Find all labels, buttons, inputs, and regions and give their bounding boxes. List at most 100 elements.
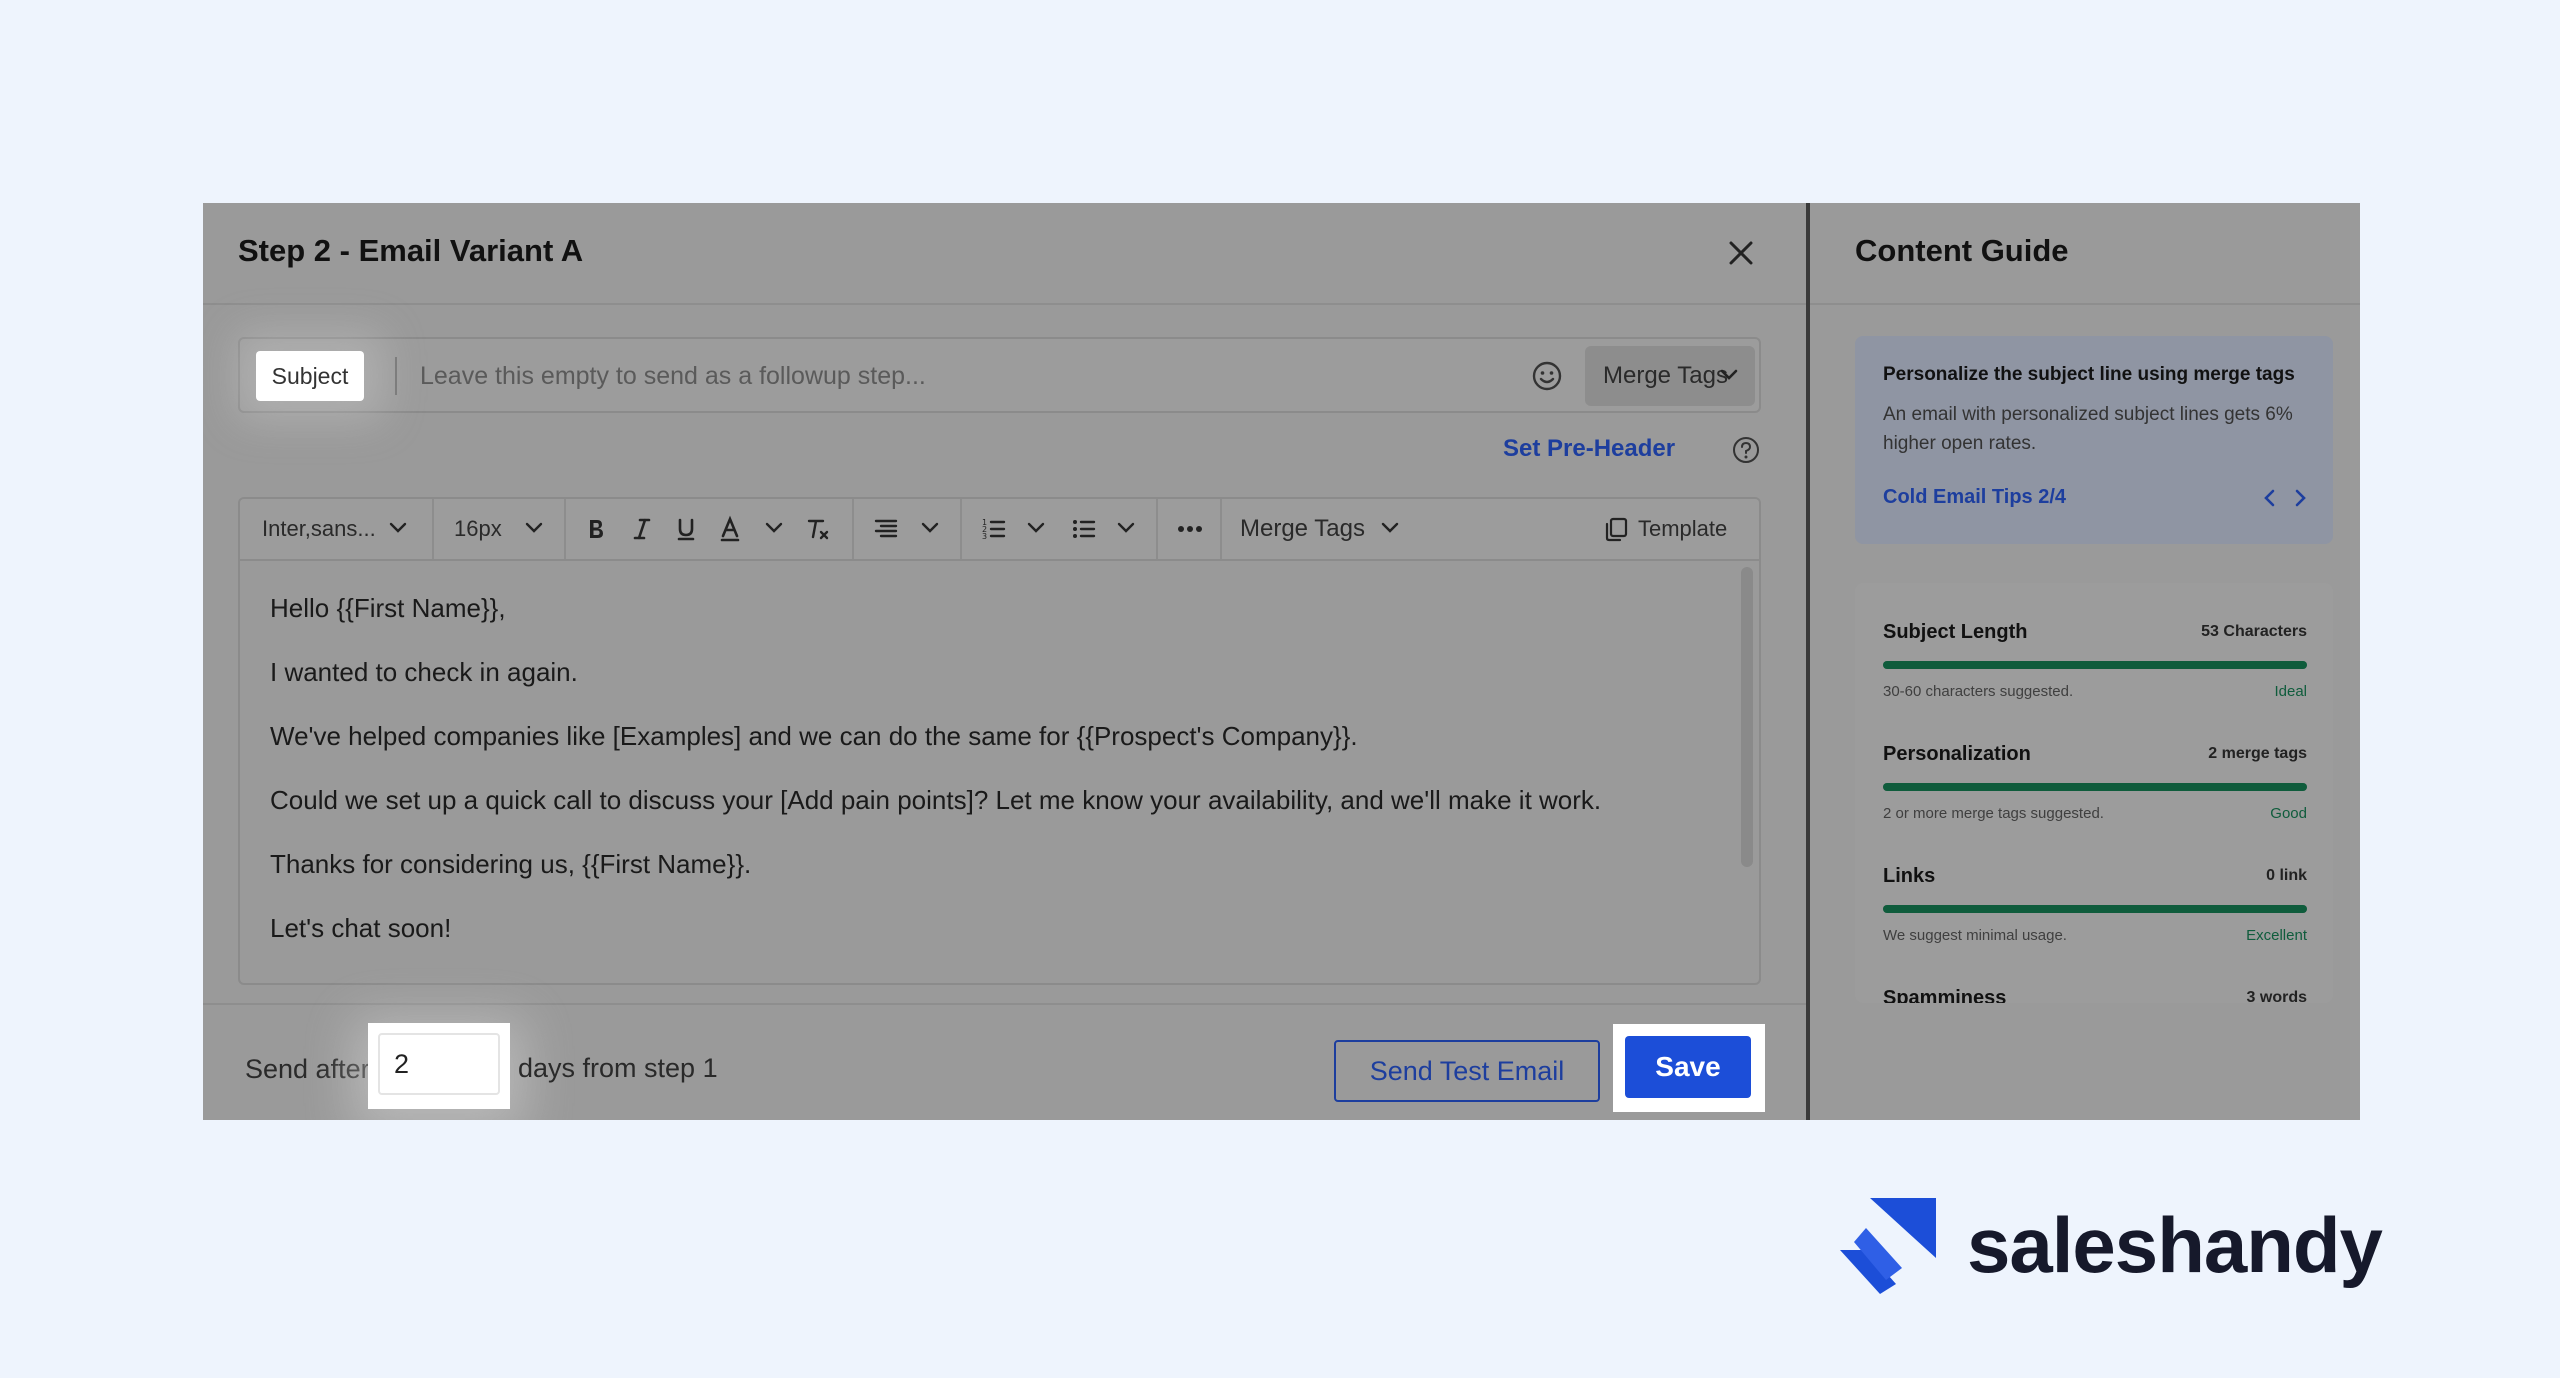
toolbar-divider bbox=[432, 499, 434, 559]
email-body-text[interactable]: Hello {{First Name}}, I wanted to check … bbox=[240, 561, 1759, 983]
tip-card: Personalize the subject line using merge… bbox=[1855, 336, 2333, 544]
chevron-down-icon[interactable] bbox=[764, 521, 784, 535]
font-size-select[interactable]: 16px bbox=[454, 499, 502, 559]
template-icon[interactable] bbox=[1602, 515, 1630, 543]
metric-value: 53 Characters bbox=[2201, 623, 2307, 640]
chevron-down-icon[interactable] bbox=[920, 521, 940, 535]
chevron-right-icon[interactable] bbox=[2288, 486, 2312, 510]
chevron-down-icon bbox=[1720, 369, 1738, 380]
editor-header: Step 2 - Email Variant A bbox=[203, 203, 1806, 305]
body-line: Could we set up a quick call to discuss … bbox=[270, 785, 1602, 815]
bold-icon[interactable] bbox=[582, 515, 610, 543]
chevron-down-icon[interactable] bbox=[388, 521, 408, 535]
body-merge-tags-button[interactable]: Merge Tags bbox=[1240, 499, 1365, 559]
guide-header: Content Guide bbox=[1810, 203, 2360, 305]
subject-merge-tags-label: Merge Tags bbox=[1603, 362, 1728, 389]
subject-merge-tags-button[interactable]: Merge Tags bbox=[1585, 346, 1755, 406]
metric-bar bbox=[1883, 783, 2307, 791]
body-line: Let's chat soon! bbox=[270, 913, 452, 943]
guide-title: Content Guide bbox=[1855, 233, 2069, 268]
toolbar-divider bbox=[960, 499, 962, 559]
metrics-card: Subject Length 53 Characters 30-60 chara… bbox=[1855, 583, 2333, 1003]
text-color-icon[interactable] bbox=[716, 515, 744, 543]
bullet-list-icon[interactable] bbox=[1070, 515, 1098, 543]
toolbar-divider bbox=[852, 499, 854, 559]
chevron-down-icon[interactable] bbox=[524, 521, 544, 535]
body-line: We've helped companies like [Examples] a… bbox=[270, 721, 1358, 751]
subject-divider bbox=[395, 357, 397, 395]
metric-value: 3 words bbox=[2246, 989, 2307, 1003]
chevron-down-icon[interactable] bbox=[1116, 521, 1136, 535]
email-step-modal: Step 2 - Email Variant A Subject Merge T… bbox=[203, 203, 2360, 1120]
send-test-email-button[interactable]: Send Test Email bbox=[1334, 1040, 1600, 1102]
metric-status: Ideal bbox=[2274, 683, 2307, 700]
metric-hint: We suggest minimal usage. bbox=[1883, 927, 2067, 944]
tip-text: An email with personalized subject lines… bbox=[1883, 404, 2293, 454]
metric-value: 0 link bbox=[2266, 867, 2307, 884]
days-input-highlight bbox=[368, 1023, 510, 1109]
metric-links: Links 0 link We suggest minimal usage. E… bbox=[1883, 865, 2307, 985]
template-button[interactable]: Template bbox=[1638, 499, 1727, 559]
toolbar-divider bbox=[564, 499, 566, 559]
chevron-down-icon[interactable] bbox=[1026, 521, 1046, 535]
metric-name: Spamminess bbox=[1883, 987, 2007, 1003]
body-merge-tags-label: Merge Tags bbox=[1240, 515, 1365, 542]
editor-footer: Send after days from step 1 Send Test Em… bbox=[203, 1003, 1806, 1120]
metric-spamminess: Spamminess 3 words bbox=[1883, 987, 2307, 1003]
days-from-label: days from step 1 bbox=[518, 1053, 718, 1083]
metric-name: Subject Length bbox=[1883, 621, 2028, 643]
numbered-list-icon[interactable]: 1 2 3 bbox=[980, 515, 1008, 543]
font-family-value: Inter,sans... bbox=[262, 516, 376, 541]
save-button[interactable]: Save bbox=[1625, 1036, 1751, 1098]
tip-title: Personalize the subject line using merge… bbox=[1883, 364, 2295, 385]
font-size-value: 16px bbox=[454, 516, 502, 541]
svg-text:3: 3 bbox=[982, 532, 987, 541]
font-family-select[interactable]: Inter,sans... bbox=[262, 499, 376, 559]
preheader-row: Set Pre-Header bbox=[1503, 431, 1761, 471]
help-icon[interactable] bbox=[1731, 435, 1761, 465]
metric-hint: 30-60 characters suggested. bbox=[1883, 683, 2074, 700]
metric-personalization: Personalization 2 merge tags 2 or more m… bbox=[1883, 743, 2307, 863]
metric-bar bbox=[1883, 905, 2307, 913]
saleshandy-logo-icon bbox=[1840, 1198, 1936, 1294]
toolbar-divider bbox=[1156, 499, 1158, 559]
send-after-label: Send after bbox=[245, 1054, 370, 1084]
metric-bar-fill bbox=[1883, 783, 2307, 791]
subject-row: Subject Merge Tags bbox=[238, 337, 1761, 413]
brand-name: saleshandy bbox=[1967, 1201, 2383, 1289]
metric-hint: 2 or more merge tags suggested. bbox=[1883, 805, 2104, 822]
chevron-down-icon[interactable] bbox=[1380, 521, 1400, 535]
editor-scrollbar[interactable] bbox=[1741, 567, 1753, 867]
save-button-highlight: Save bbox=[1613, 1024, 1765, 1112]
more-options-icon[interactable] bbox=[1176, 515, 1204, 543]
metric-status: Excellent bbox=[2246, 927, 2307, 944]
subject-label: Subject bbox=[256, 351, 364, 401]
cold-email-tips-link[interactable]: Cold Email Tips 2/4 bbox=[1883, 486, 2066, 509]
subject-input[interactable] bbox=[420, 353, 1420, 399]
metric-name: Personalization bbox=[1883, 743, 2031, 765]
metric-bar bbox=[1883, 661, 2307, 669]
saleshandy-logo: saleshandy bbox=[1840, 1198, 2383, 1294]
emoji-icon[interactable] bbox=[1530, 359, 1564, 393]
body-line: Hello {{First Name}}, bbox=[270, 593, 506, 623]
days-input[interactable] bbox=[378, 1033, 500, 1095]
italic-icon[interactable] bbox=[628, 515, 656, 543]
formatting-toolbar: Inter,sans... 16px 1 2 3 Merge Tags Temp… bbox=[240, 499, 1759, 561]
metric-name: Links bbox=[1883, 865, 1936, 887]
close-icon[interactable] bbox=[1723, 235, 1759, 271]
align-icon[interactable] bbox=[872, 515, 900, 543]
toolbar-divider bbox=[1220, 499, 1222, 559]
content-guide-panel: Content Guide Personalize the subject li… bbox=[1810, 203, 2360, 1120]
metric-bar-fill bbox=[1883, 661, 2307, 669]
email-body-editor: Inter,sans... 16px 1 2 3 Merge Tags Temp… bbox=[238, 497, 1761, 985]
metric-bar-fill bbox=[1883, 905, 2307, 913]
page-title: Step 2 - Email Variant A bbox=[238, 233, 584, 268]
email-editor-panel: Step 2 - Email Variant A Subject Merge T… bbox=[203, 203, 1806, 1120]
clear-format-icon[interactable] bbox=[804, 515, 832, 543]
chevron-left-icon[interactable] bbox=[2258, 486, 2282, 510]
metric-status: Good bbox=[2270, 805, 2307, 822]
body-line: I wanted to check in again. bbox=[270, 657, 578, 687]
metric-value: 2 merge tags bbox=[2208, 745, 2307, 762]
underline-icon[interactable] bbox=[672, 515, 700, 543]
set-preheader-link[interactable]: Set Pre-Header bbox=[1503, 435, 1675, 463]
